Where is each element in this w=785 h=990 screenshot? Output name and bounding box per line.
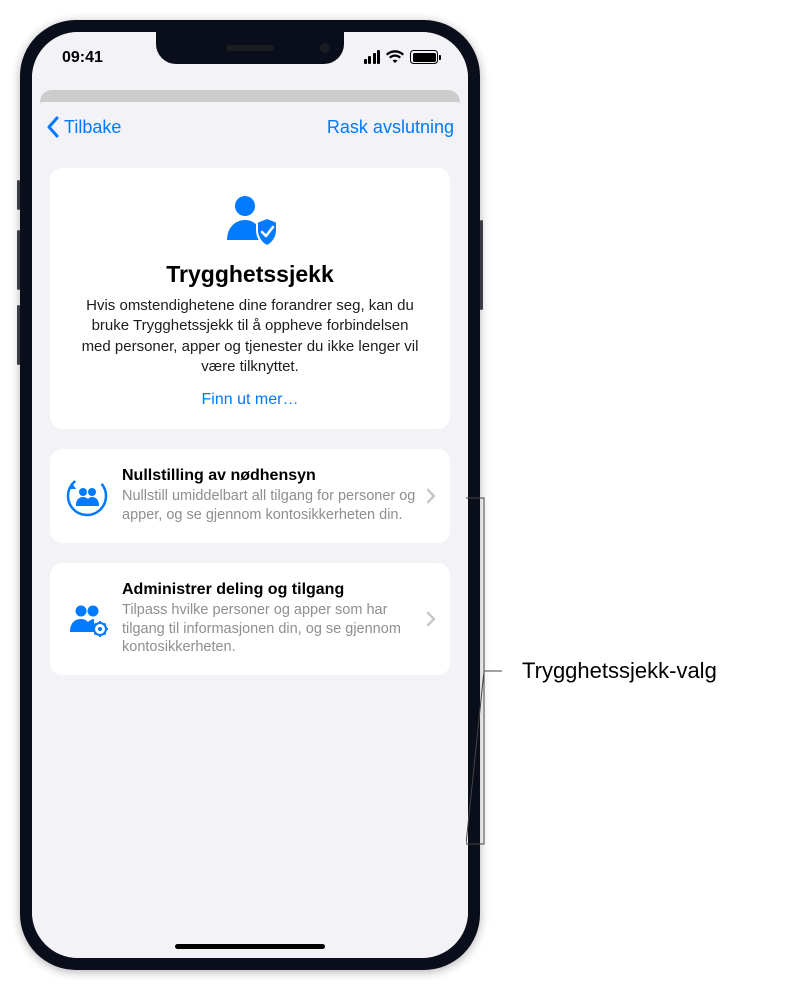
back-label: Tilbake (64, 117, 121, 138)
reset-icon (66, 475, 108, 517)
cellular-signal-icon (364, 50, 381, 64)
home-indicator[interactable] (175, 944, 325, 949)
option-title: Nullstilling av nødhensyn (122, 467, 418, 485)
callout-annotation: Trygghetssjekk-valg (466, 496, 717, 846)
front-camera (320, 43, 330, 53)
option-title: Administrer deling og tilgang (122, 581, 418, 599)
emergency-reset-option[interactable]: Nullstilling av nødhensyn Nullstill umid… (50, 449, 450, 543)
option-text: Administrer deling og tilgang Tilpass hv… (122, 581, 418, 658)
option-description: Nullstill umiddelbart all tilgang for pe… (122, 487, 418, 525)
chevron-right-icon (426, 488, 436, 504)
quick-exit-button[interactable]: Rask avslutning (327, 117, 454, 138)
status-time: 09:41 (62, 47, 103, 67)
volume-down-button (17, 305, 20, 365)
option-text: Nullstilling av nødhensyn Nullstill umid… (122, 467, 418, 525)
content-area: Trygghetssjekk Hvis omstendighetene dine… (32, 152, 468, 958)
person-shield-icon (223, 192, 277, 246)
power-button (480, 220, 483, 310)
status-indicators (364, 50, 439, 64)
speaker (226, 45, 274, 51)
battery-icon (410, 50, 438, 64)
manage-sharing-option[interactable]: Administrer deling og tilgang Tilpass hv… (50, 563, 450, 676)
phone-screen: 09:41 (32, 32, 468, 958)
volume-up-button (17, 230, 20, 290)
hero-description: Hvis omstendighetene dine forandrer seg,… (70, 296, 430, 377)
people-gear-icon (66, 598, 108, 640)
bracket-icon (466, 496, 514, 846)
hero-title: Trygghetssjekk (70, 261, 430, 288)
navigation-bar: Tilbake Rask avslutning (32, 102, 468, 152)
chevron-right-icon (426, 611, 436, 627)
phone-frame: 09:41 (20, 20, 480, 970)
callout-label: Trygghetssjekk-valg (522, 658, 717, 684)
learn-more-link[interactable]: Finn ut mer… (70, 391, 430, 409)
mute-switch (17, 180, 20, 210)
wifi-icon (386, 50, 404, 64)
chevron-left-icon (46, 116, 60, 138)
modal-sheet: Tilbake Rask avslutning Trygghetssjekk (32, 102, 468, 958)
phone-notch (156, 32, 344, 64)
option-description: Tilpass hvilke personer og apper som har… (122, 601, 418, 658)
hero-card: Trygghetssjekk Hvis omstendighetene dine… (50, 168, 450, 429)
back-button[interactable]: Tilbake (46, 116, 121, 138)
